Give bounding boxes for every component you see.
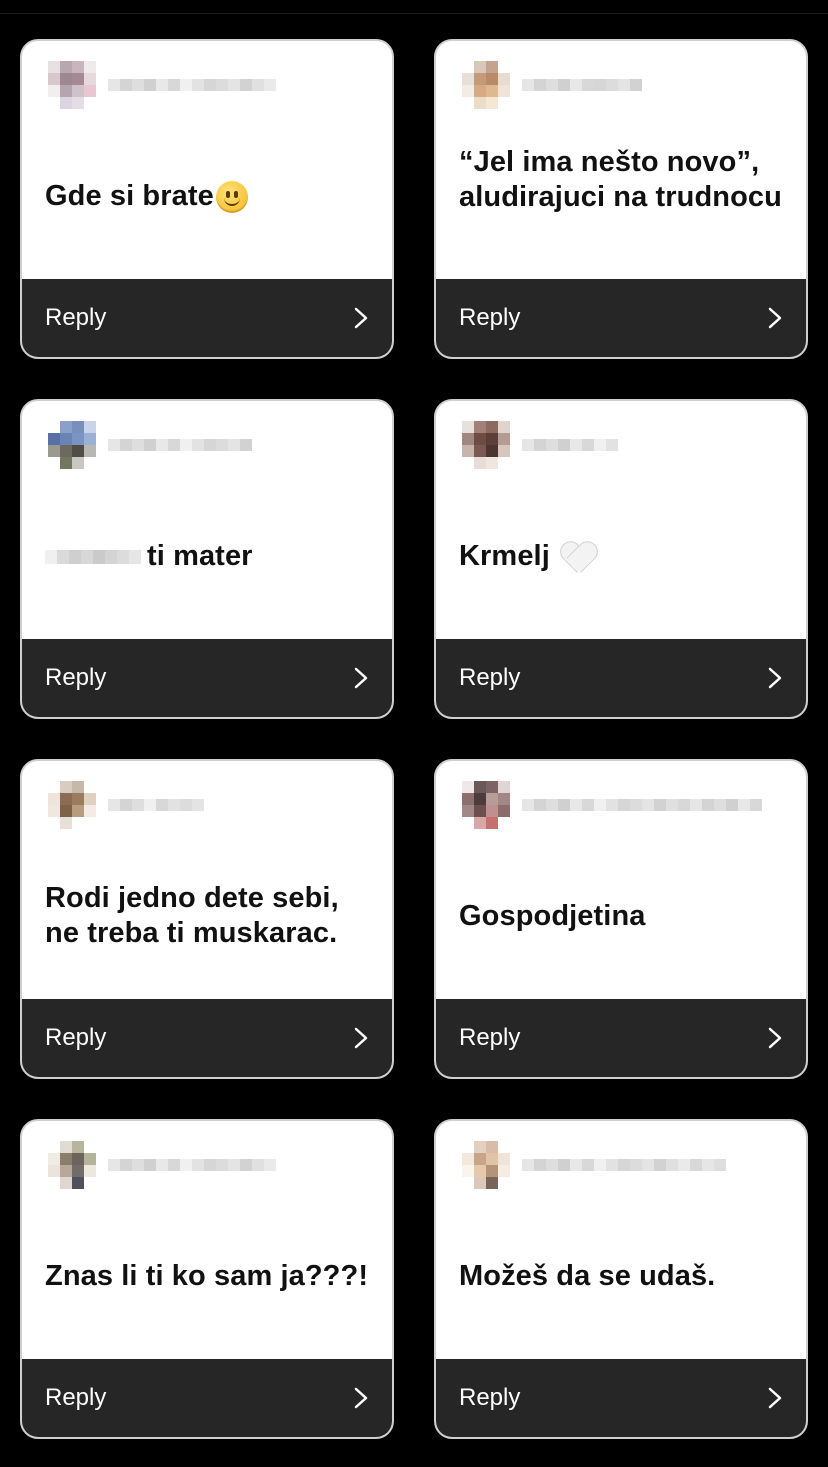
reply-label: Reply [459, 1384, 521, 1411]
reply-button[interactable]: Reply [22, 1359, 392, 1437]
username-blur [108, 79, 276, 91]
reply-button[interactable]: Reply [22, 639, 392, 717]
card-header [462, 1141, 726, 1189]
message-content: Krmelj [459, 540, 550, 572]
chevron-right-icon [354, 1027, 368, 1049]
username-blur[interactable] [108, 439, 252, 451]
response-card: Krmelj Reply [434, 399, 808, 719]
card-header [462, 781, 762, 829]
reply-button[interactable]: Reply [436, 639, 806, 717]
card-header [462, 61, 642, 109]
avatar[interactable] [48, 781, 96, 829]
response-card: Gospodjetina Reply [434, 759, 808, 1079]
chevron-right-icon [354, 1387, 368, 1409]
username-blur[interactable] [108, 799, 204, 811]
reply-button[interactable]: Reply [22, 999, 392, 1077]
username-blur[interactable] [108, 1159, 276, 1171]
message-text: Rodi jedno dete sebi, ne treba ti muskar… [45, 882, 339, 949]
message-text: Gde si brate [45, 179, 372, 214]
reply-button[interactable]: Reply [436, 279, 806, 357]
chevron-right-icon [354, 667, 368, 689]
avatar[interactable] [48, 61, 96, 109]
card-body: Možeš da se udaš. [436, 1121, 806, 1359]
message-content: Gde si brate [45, 180, 214, 212]
response-card: “Jel ima nešto novo”, aludirajuci na tru… [434, 39, 808, 359]
card-header [48, 781, 204, 829]
username-blur[interactable] [522, 1159, 726, 1171]
reply-label: Reply [45, 1384, 107, 1411]
message-text: “Jel ima nešto novo”, aludirajuci na tru… [459, 146, 782, 213]
smiling-face-emoji-icon [215, 180, 248, 213]
card-header [462, 421, 618, 469]
chevron-right-icon [354, 307, 368, 329]
username-blur[interactable] [522, 79, 642, 91]
reply-label: Reply [45, 1024, 107, 1051]
chevron-right-icon [768, 1387, 782, 1409]
reply-button[interactable]: Reply [22, 279, 392, 357]
card-body: Znas li ti ko sam ja???! [22, 1121, 392, 1359]
response-card: Znas li ti ko sam ja???! Reply [20, 1119, 394, 1439]
chevron-right-icon [768, 667, 782, 689]
avatar[interactable] [48, 421, 96, 469]
chevron-right-icon [768, 307, 782, 329]
avatar[interactable] [462, 781, 510, 829]
avatar[interactable] [462, 421, 510, 469]
reply-label: Reply [459, 1024, 521, 1051]
message-content: ti mater [147, 540, 253, 572]
top-divider [0, 13, 828, 14]
card-body: Gde si brate [22, 41, 392, 279]
message-text: Gospodjetina [459, 900, 646, 932]
response-card: ti mater Reply [20, 399, 394, 719]
message-text: Znas li ti ko sam ja???! [45, 1260, 369, 1292]
avatar[interactable] [462, 61, 510, 109]
username-blur[interactable] [522, 799, 762, 811]
card-body: Gospodjetina [436, 761, 806, 999]
reply-button[interactable]: Reply [436, 1359, 806, 1437]
card-header [48, 421, 252, 469]
avatar[interactable] [462, 1141, 510, 1189]
reply-label: Reply [459, 304, 521, 331]
card-header [48, 61, 276, 109]
message-text: ti mater [45, 539, 372, 574]
avatar[interactable] [48, 1141, 96, 1189]
response-card: Možeš da se udaš. Reply [434, 1119, 808, 1439]
message-text: Možeš da se udaš. [459, 1260, 716, 1292]
card-header [48, 1141, 276, 1189]
card-body: Krmelj [436, 401, 806, 639]
card-body: ti mater [22, 401, 392, 639]
username-blur[interactable] [522, 439, 618, 451]
question-responses-grid: Gde si brate Reply “Jel ima nešto novo”,… [20, 39, 808, 1439]
reply-label: Reply [45, 664, 107, 691]
response-card: Gde si brate Reply [20, 39, 394, 359]
reply-label: Reply [45, 304, 107, 331]
white-heart-emoji-icon [560, 541, 596, 573]
message-text: Krmelj [459, 539, 786, 574]
response-card: Rodi jedno dete sebi, ne treba ti muskar… [20, 759, 394, 1079]
card-body: Rodi jedno dete sebi, ne treba ti muskar… [22, 761, 392, 999]
redacted-word [45, 549, 141, 564]
reply-button[interactable]: Reply [436, 999, 806, 1077]
reply-label: Reply [459, 664, 521, 691]
chevron-right-icon [768, 1027, 782, 1049]
card-body: “Jel ima nešto novo”, aludirajuci na tru… [436, 41, 806, 279]
